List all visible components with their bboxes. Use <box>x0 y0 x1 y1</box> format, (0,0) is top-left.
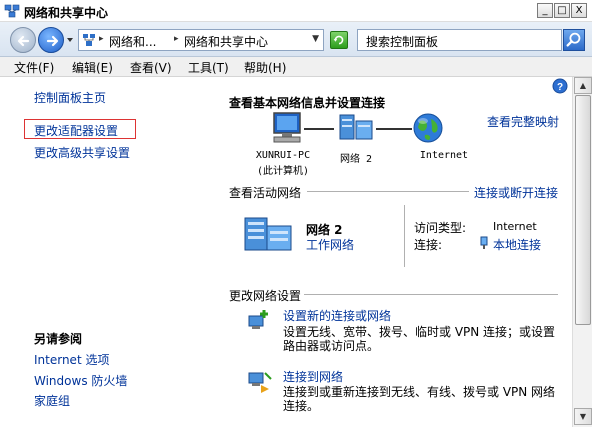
svg-text:?: ? <box>557 82 563 93</box>
scroll-thumb[interactable] <box>575 95 591 325</box>
menu-bar: 文件(F) 编辑(E) 查看(V) 工具(T) 帮助(H) <box>0 57 592 77</box>
network-icon[interactable] <box>336 111 376 145</box>
setup-new-connection-desc-line-1: 设置无线、宽带、拨号、临时或 VPN 连接；或设置 <box>283 325 556 339</box>
computer-name-label: XUNRUI-PC <box>255 150 311 161</box>
internet-label: Internet <box>419 150 469 161</box>
computer-icon[interactable] <box>268 111 308 145</box>
sidebar-item-change-advanced-sharing[interactable]: 更改高级共享设置 <box>34 144 130 161</box>
sidebar-item-change-adapter-settings[interactable]: 更改适配器设置 <box>34 122 118 139</box>
menu-tools[interactable]: 工具(T) <box>188 59 229 76</box>
see-also-heading: 另请参阅 <box>34 332 83 346</box>
local-connection-link[interactable]: 本地连接 <box>493 236 541 253</box>
forward-arrow-icon <box>46 35 59 47</box>
address-dropdown-icon[interactable]: ▼ <box>312 34 319 44</box>
scroll-up-button[interactable]: ▲ <box>574 77 592 94</box>
connect-to-network-icon <box>248 372 272 393</box>
internet-globe-icon[interactable] <box>411 111 445 145</box>
recent-pages-dropdown-icon[interactable] <box>66 36 74 44</box>
refresh-icon[interactable] <box>330 31 348 49</box>
see-also-internet-options[interactable]: Internet 选项 <box>34 351 109 368</box>
main-content: 控制面板主页 更改适配器设置 更改高级共享设置 另请参阅 Internet 选项… <box>0 77 572 427</box>
breadcrumb-separator-icon[interactable]: ▸ <box>99 34 104 44</box>
menu-file[interactable]: 文件(F) <box>14 59 54 76</box>
menu-help[interactable]: 帮助(H) <box>244 59 286 76</box>
search-icon[interactable] <box>563 29 585 51</box>
forward-button[interactable] <box>38 27 64 53</box>
setup-new-connection-link[interactable]: 设置新的连接或网络 <box>283 307 391 324</box>
vertical-scrollbar[interactable]: ▲ ▼ <box>572 77 592 427</box>
window-title: 网络和共享中心 <box>24 6 109 20</box>
access-type-value: Internet <box>493 220 537 233</box>
local-connection-icon <box>480 236 488 249</box>
breadcrumb-current[interactable]: 网络和共享中心 <box>184 33 268 50</box>
section-divider <box>304 294 558 295</box>
connect-to-network-desc-line-1: 连接到或重新连接到无线、有线、拨号或 VPN 网络 <box>283 385 556 399</box>
network-location-icon <box>83 34 95 46</box>
search-input[interactable]: 搜索控制面板 <box>357 29 562 51</box>
active-networks-heading: 查看活动网络 <box>229 186 302 200</box>
connection-label: 连接: <box>414 238 443 252</box>
change-settings-heading: 更改网络设置 <box>229 289 302 303</box>
close-button[interactable]: X <box>571 3 587 18</box>
see-also-windows-firewall[interactable]: Windows 防火墙 <box>34 372 127 389</box>
page-heading: 查看基本网络信息并设置连接 <box>229 96 386 110</box>
breadcrumb-separator-icon[interactable]: ▸ <box>174 34 179 44</box>
active-network-divider <box>404 205 405 267</box>
menu-edit[interactable]: 编辑(E) <box>72 59 113 76</box>
menu-view[interactable]: 查看(V) <box>130 59 172 76</box>
back-arrow-icon <box>17 35 30 47</box>
network-location-type-link[interactable]: 工作网络 <box>306 236 354 253</box>
minimize-button[interactable]: _ <box>537 3 553 18</box>
connect-to-network-desc-line-2: 连接。 <box>283 399 320 413</box>
section-divider <box>307 191 469 192</box>
breadcrumb-parent[interactable]: 网络和... <box>109 33 156 50</box>
link-line-computer-network <box>304 128 334 130</box>
network-center-icon <box>4 4 20 18</box>
help-icon[interactable]: ? <box>552 78 568 94</box>
connect-to-network-link[interactable]: 连接到网络 <box>283 368 343 385</box>
see-also-homegroup[interactable]: 家庭组 <box>34 392 70 409</box>
scroll-down-button[interactable]: ▼ <box>574 408 592 425</box>
link-line-network-internet <box>376 128 412 130</box>
maximize-button[interactable]: □ <box>554 3 570 18</box>
network-bench-icon <box>244 217 292 251</box>
network-name-label: 网络 2 <box>339 154 373 165</box>
back-button[interactable] <box>10 27 36 53</box>
title-bar: 网络和共享中心 _ □ X <box>0 0 592 22</box>
sidebar-item-control-panel-home[interactable]: 控制面板主页 <box>34 89 106 106</box>
setup-new-connection-desc-line-2: 路由器或访问点。 <box>283 339 380 353</box>
address-bar[interactable]: ▸ 网络和... ▸ 网络和共享中心 ▼ <box>78 29 324 51</box>
this-computer-label: (此计算机) <box>256 166 310 177</box>
connect-disconnect-link[interactable]: 连接或断开连接 <box>474 184 558 201</box>
access-type-label: 访问类型: <box>414 221 467 235</box>
address-toolbar: ▸ 网络和... ▸ 网络和共享中心 ▼ 搜索控制面板 <box>0 22 592 57</box>
search-placeholder: 搜索控制面板 <box>366 35 439 49</box>
view-full-map-link[interactable]: 查看完整映射 <box>487 113 559 130</box>
new-connection-icon <box>248 310 268 329</box>
